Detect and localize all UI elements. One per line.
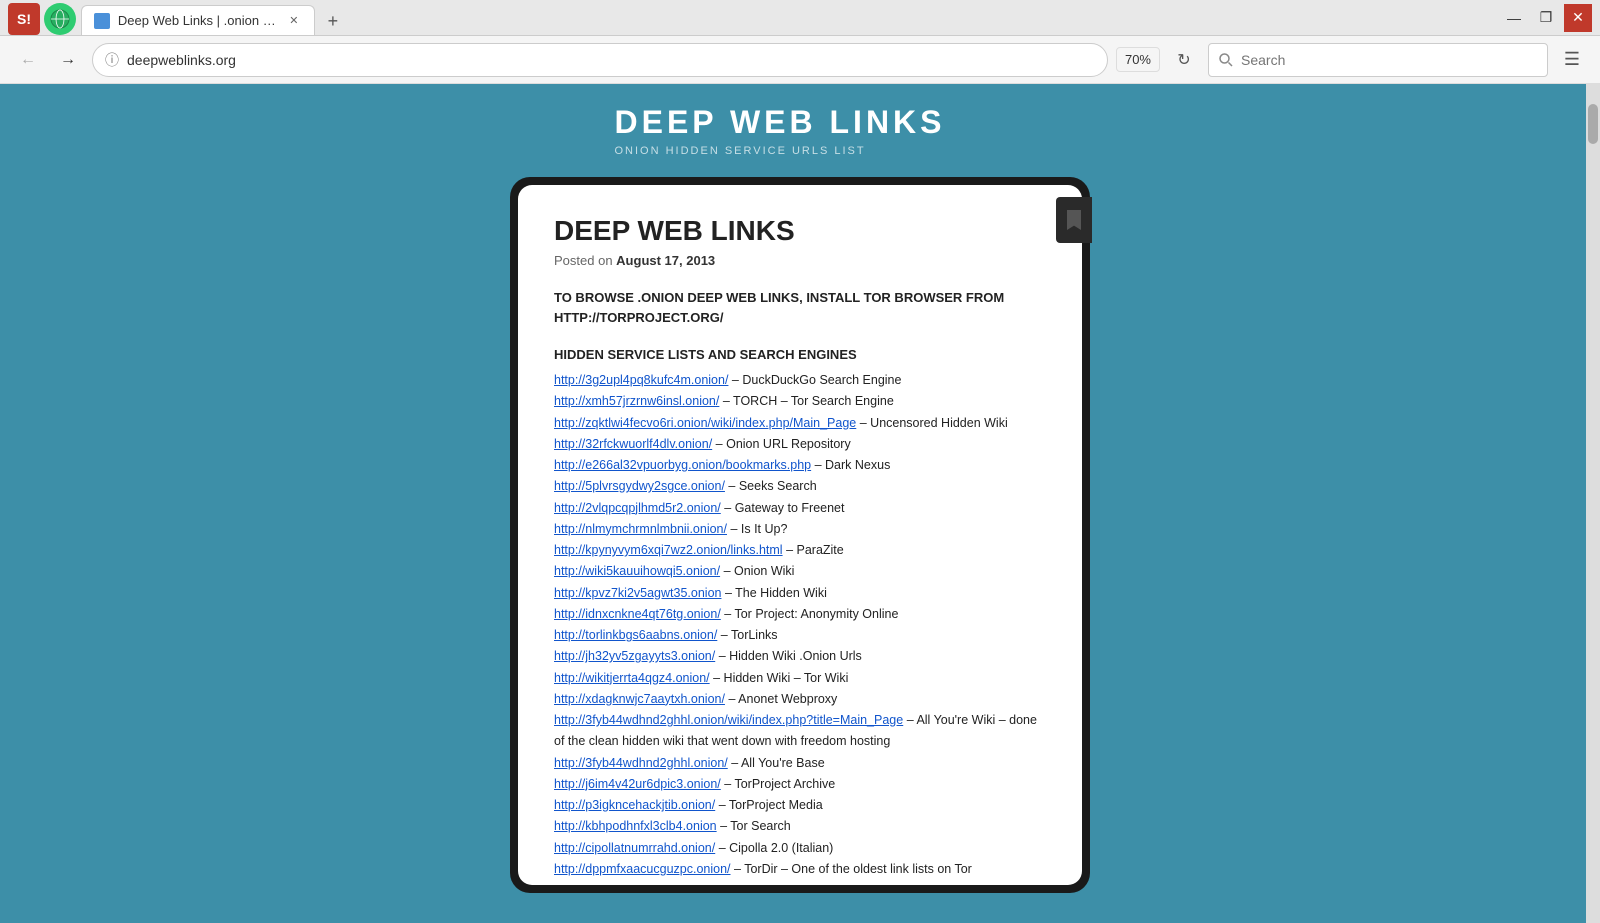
- link[interactable]: http://zqktlwi4fecvo6ri.onion/wiki/index…: [554, 416, 856, 430]
- list-item: http://cipollatnumrrahd.onion/ – Cipolla…: [554, 838, 1046, 859]
- link[interactable]: http://32rfckwuorlf4dlv.onion/: [554, 437, 712, 451]
- site-title: DEEP WEB LINKS: [615, 104, 946, 141]
- active-tab[interactable]: Deep Web Links | .onion hidde... ✕: [81, 5, 315, 35]
- link[interactable]: http://wikitjerrta4qgz4.onion/: [554, 671, 710, 685]
- list-item: http://j6im4v42ur6dpic3.onion/ – TorProj…: [554, 774, 1046, 795]
- link[interactable]: http://5plvrsgydwy2sgce.onion/: [554, 479, 725, 493]
- tab-close-button[interactable]: ✕: [286, 13, 302, 29]
- list-item: http://xdagknwjc7aaytxh.onion/ – Anonet …: [554, 689, 1046, 710]
- card-title: DEEP WEB LINKS: [554, 215, 1046, 247]
- address-input[interactable]: [127, 52, 1095, 68]
- list-item: http://kpvz7ki2v5agwt35.onion – The Hidd…: [554, 583, 1046, 604]
- scrollbar[interactable]: [1586, 84, 1600, 923]
- link[interactable]: http://3fyb44wdhnd2ghhl.onion/wiki/index…: [554, 713, 903, 727]
- link[interactable]: http://torlinkbgs6aabns.onion/: [554, 628, 717, 642]
- browser-icon-earth[interactable]: [44, 3, 76, 35]
- bookmark-icon: [1067, 210, 1081, 230]
- list-item: http://3fyb44wdhnd2ghhl.onion/wiki/index…: [554, 710, 1046, 753]
- nav-bar: ← → ⓘ 70% ↻ ☰: [0, 36, 1600, 84]
- intro-text: TO BROWSE .ONION DEEP WEB LINKS, INSTALL…: [554, 288, 1046, 327]
- posted-label: Posted on: [554, 253, 613, 268]
- window-controls: — ❐ ✕: [1500, 4, 1592, 32]
- link[interactable]: http://xmh57jrzrnw6insl.onion/: [554, 394, 719, 408]
- link[interactable]: http://2vlqpcqpjlhmd5r2.onion/: [554, 501, 721, 515]
- maximize-button[interactable]: ❐: [1532, 4, 1560, 32]
- menu-button[interactable]: ☰: [1556, 44, 1588, 76]
- link[interactable]: http://xdagknwjc7aaytxh.onion/: [554, 692, 725, 706]
- section1-heading: HIDDEN SERVICE LISTS AND SEARCH ENGINES: [554, 347, 1046, 362]
- list-item: http://3g2upl4pq8kufc4m.onion/ – DuckDuc…: [554, 370, 1046, 391]
- link[interactable]: http://jh32yv5zgayyts3.onion/: [554, 649, 715, 663]
- link[interactable]: http://cipollatnumrrahd.onion/: [554, 841, 715, 855]
- link[interactable]: http://j6im4v42ur6dpic3.onion/: [554, 777, 721, 791]
- list-item: http://2vlqpcqpjlhmd5r2.onion/ – Gateway…: [554, 498, 1046, 519]
- title-bar: S! Deep Web Links | .onion hidde... ✕ + …: [0, 0, 1600, 36]
- address-bar[interactable]: ⓘ: [92, 43, 1108, 77]
- link[interactable]: http://idnxcnkne4qt76tg.onion/: [554, 607, 721, 621]
- minimize-button[interactable]: —: [1500, 4, 1528, 32]
- list-item: http://p3igkncehackjtib.onion/ – TorProj…: [554, 795, 1046, 816]
- list-item: http://32rfckwuorlf4dlv.onion/ – Onion U…: [554, 434, 1046, 455]
- search-input[interactable]: [1241, 52, 1537, 68]
- list-item: http://kpynyvym6xqi7wz2.onion/links.html…: [554, 540, 1046, 561]
- list-item: http://wikitjerrta4qgz4.onion/ – Hidden …: [554, 668, 1046, 689]
- list-item: http://idnxcnkne4qt76tg.onion/ – Tor Pro…: [554, 604, 1046, 625]
- list-item: http://3fyb44wdhnd2ghhl.onion/ – All You…: [554, 753, 1046, 774]
- zoom-level: 70%: [1116, 47, 1160, 72]
- close-button[interactable]: ✕: [1564, 4, 1592, 32]
- tab-title: Deep Web Links | .onion hidde...: [118, 13, 278, 28]
- link[interactable]: http://wiki5kauuihowqi5.onion/: [554, 564, 720, 578]
- link[interactable]: http://3g2upl4pq8kufc4m.onion/: [554, 373, 728, 387]
- info-icon: ⓘ: [105, 50, 119, 70]
- list-item: http://torlinkbgs6aabns.onion/ – TorLink…: [554, 625, 1046, 646]
- list-item: http://wiki5kauuihowqi5.onion/ – Onion W…: [554, 561, 1046, 582]
- posted-date: August 17, 2013: [616, 253, 715, 268]
- browser-icon-s[interactable]: S!: [8, 3, 40, 35]
- search-icon: [1219, 53, 1233, 67]
- tab-strip: S! Deep Web Links | .onion hidde... ✕ +: [8, 0, 1500, 35]
- link[interactable]: http://kpvz7ki2v5agwt35.onion: [554, 586, 721, 600]
- card-inner: DEEP WEB LINKS Posted on August 17, 2013…: [518, 185, 1082, 885]
- site-subtitle: ONION HIDDEN SERVICE URLS LIST: [615, 145, 946, 157]
- forward-button[interactable]: →: [52, 44, 84, 76]
- list-item: http://dppmfxaacucguzpc.onion/ – TorDir …: [554, 859, 1046, 880]
- link[interactable]: http://e266al32vpuorbyg.onion/bookmarks.…: [554, 458, 811, 472]
- browser-window: S! Deep Web Links | .onion hidde... ✕ + …: [0, 0, 1600, 923]
- reload-button[interactable]: ↻: [1168, 44, 1200, 76]
- site-header: DEEP WEB LINKS ONION HIDDEN SERVICE URLS…: [0, 84, 1600, 167]
- card-container: DEEP WEB LINKS Posted on August 17, 2013…: [510, 177, 1090, 893]
- new-tab-button[interactable]: +: [319, 7, 347, 35]
- list-item: http://5plvrsgydwy2sgce.onion/ – Seeks S…: [554, 476, 1046, 497]
- list-item: http://nlmymchrmnlmbnii.onion/ – Is It U…: [554, 519, 1046, 540]
- link[interactable]: http://nlmymchrmnlmbnii.onion/: [554, 522, 727, 536]
- link[interactable]: http://kbhpodhnfxl3clb4.onion: [554, 819, 717, 833]
- link[interactable]: http://3fyb44wdhnd2ghhl.onion/: [554, 756, 728, 770]
- tab-favicon: [94, 13, 110, 29]
- bookmark-tab[interactable]: [1056, 197, 1092, 243]
- link[interactable]: http://p3igkncehackjtib.onion/: [554, 798, 715, 812]
- back-button[interactable]: ←: [12, 44, 44, 76]
- list-item: http://kbhpodhnfxl3clb4.onion – Tor Sear…: [554, 816, 1046, 837]
- link[interactable]: http://dppmfxaacucguzpc.onion/: [554, 862, 731, 876]
- search-bar-wrap[interactable]: [1208, 43, 1548, 77]
- posted-on: Posted on August 17, 2013: [554, 253, 1046, 268]
- list-item: http://e266al32vpuorbyg.onion/bookmarks.…: [554, 455, 1046, 476]
- site-title-area: DEEP WEB LINKS ONION HIDDEN SERVICE URLS…: [615, 104, 986, 157]
- link[interactable]: http://kpynyvym6xqi7wz2.onion/links.html: [554, 543, 783, 557]
- list-item: http://zqktlwi4fecvo6ri.onion/wiki/index…: [554, 413, 1046, 434]
- links-list: http://3g2upl4pq8kufc4m.onion/ – DuckDuc…: [554, 370, 1046, 880]
- list-item: http://xmh57jrzrnw6insl.onion/ – TORCH –…: [554, 391, 1046, 412]
- scroll-thumb[interactable]: [1588, 104, 1598, 144]
- list-item: http://jh32yv5zgayyts3.onion/ – Hidden W…: [554, 646, 1046, 667]
- page-content: DEEP WEB LINKS ONION HIDDEN SERVICE URLS…: [0, 84, 1600, 923]
